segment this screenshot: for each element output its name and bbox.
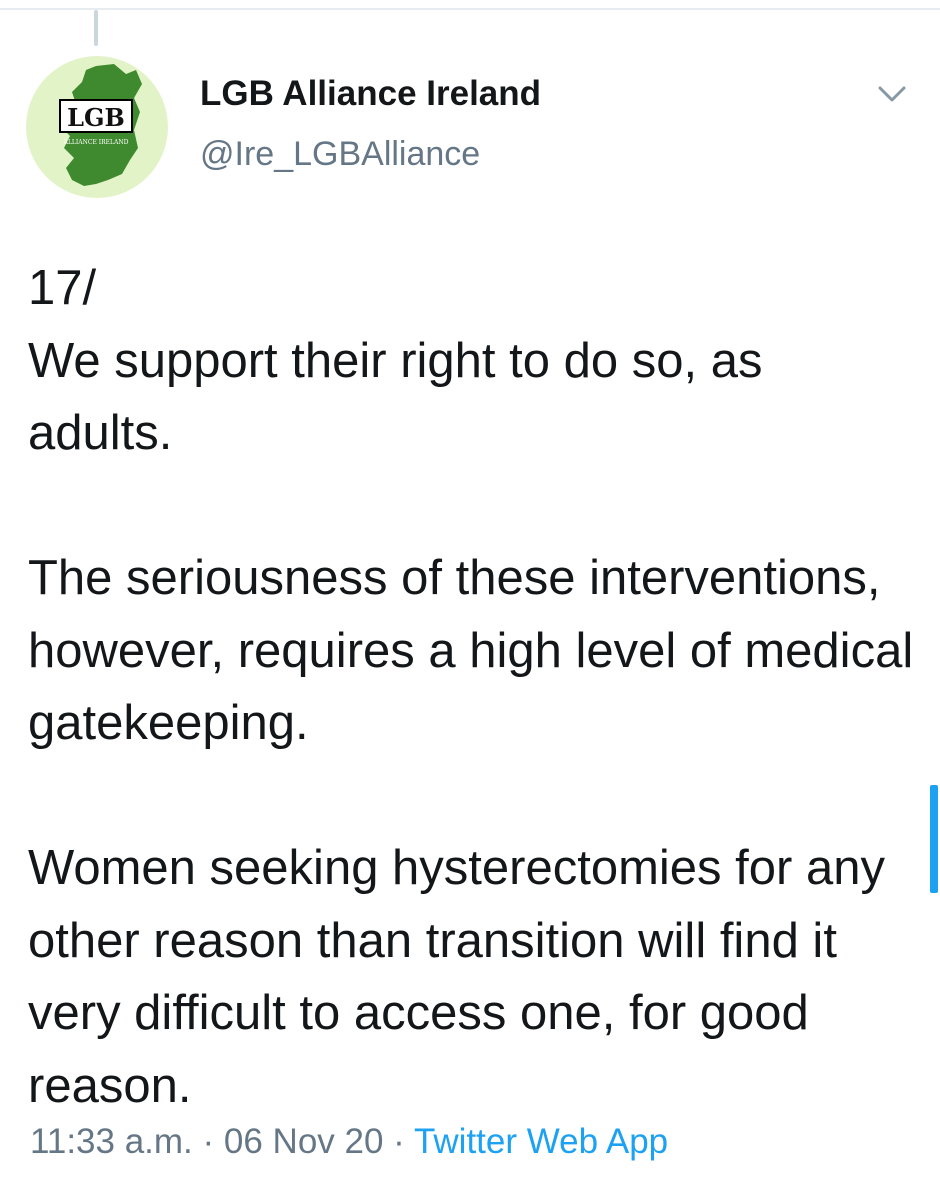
- tweet-date[interactable]: 06 Nov 20: [224, 1122, 384, 1161]
- tweet-source-link[interactable]: Twitter Web App: [414, 1122, 668, 1161]
- ireland-map-logo: LGB ALLIANCE IRELAND: [59, 64, 142, 186]
- tweet-header: LGB Alliance Ireland @Ire_LGBAlliance: [200, 72, 541, 174]
- avatar-logo-subtext: ALLIANCE IRELAND: [63, 139, 129, 146]
- tweet-metadata: 11:33 a.m. · 06 Nov 20 · Twitter Web App: [30, 1120, 668, 1164]
- author-handle[interactable]: @Ire_LGBAlliance: [200, 134, 541, 174]
- scrollbar-thumb[interactable]: [930, 785, 938, 893]
- top-divider: [0, 8, 940, 10]
- author-display-name[interactable]: LGB Alliance Ireland: [200, 72, 541, 116]
- thread-connector-line: [94, 10, 98, 46]
- meta-separator: ·: [383, 1122, 414, 1161]
- avatar-logo-text: LGB: [67, 103, 125, 132]
- avatar[interactable]: LGB ALLIANCE IRELAND: [26, 56, 168, 198]
- tweet-time[interactable]: 11:33 a.m.: [30, 1122, 193, 1161]
- chevron-down-icon[interactable]: [876, 82, 908, 106]
- tweet-text: 17/ We support their right to do so, as …: [28, 261, 914, 1113]
- meta-separator: ·: [192, 1122, 224, 1161]
